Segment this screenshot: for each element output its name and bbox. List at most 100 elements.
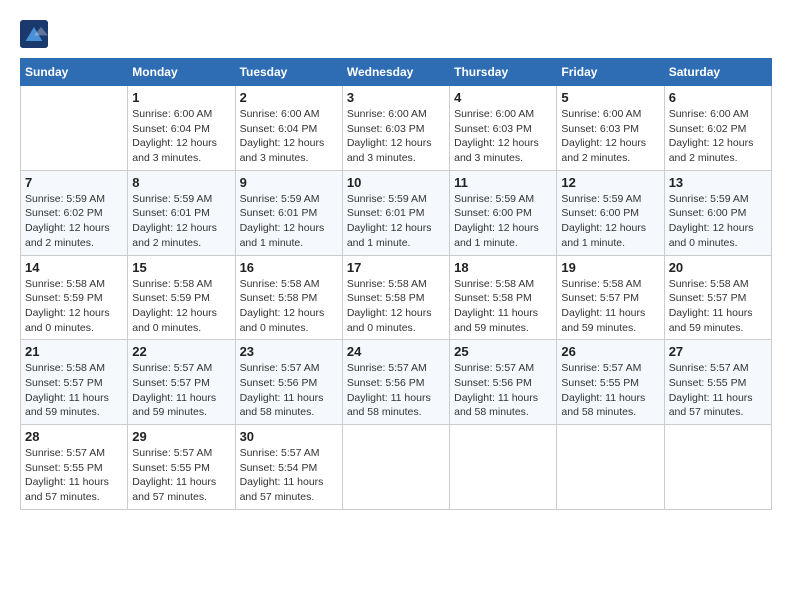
calendar-day-cell: 2 Sunrise: 6:00 AM Sunset: 6:04 PM Daylig…	[235, 86, 342, 171]
day-info: Sunrise: 5:57 AM Sunset: 5:56 PM Dayligh…	[347, 361, 445, 420]
calendar-header-cell: Saturday	[664, 59, 771, 86]
day-number: 12	[561, 175, 659, 190]
day-number: 9	[240, 175, 338, 190]
logo-icon	[20, 20, 48, 48]
day-info: Sunrise: 5:57 AM Sunset: 5:57 PM Dayligh…	[132, 361, 230, 420]
day-number: 5	[561, 90, 659, 105]
calendar-day-cell: 6Sunrise: 6:00 AM Sunset: 6:02 PM Daylig…	[664, 86, 771, 171]
day-number: 2	[240, 90, 338, 105]
day-info: Sunrise: 6:00 AM Sunset: 6:03 PM Dayligh…	[454, 107, 552, 166]
day-info: Sunrise: 5:58 AM Sunset: 5:57 PM Dayligh…	[669, 277, 767, 336]
day-number: 14	[25, 260, 123, 275]
calendar-day-cell: 12 Sunrise: 5:59 AM Sunset: 6:00 PM Dayli…	[557, 170, 664, 255]
calendar-day-cell: 14 Sunrise: 5:58 AM Sunset: 5:59 PM Dayli…	[21, 255, 128, 340]
calendar-header-cell: Monday	[128, 59, 235, 86]
day-number: 16	[240, 260, 338, 275]
calendar-day-cell	[21, 86, 128, 171]
calendar-week-row: 7 Sunrise: 5:59 AM Sunset: 6:02 PM Daylig…	[21, 170, 772, 255]
calendar-day-cell: 17Sunrise: 5:58 AM Sunset: 5:58 PM Dayli…	[342, 255, 449, 340]
calendar-day-cell: 4 Sunrise: 6:00 AM Sunset: 6:03 PM Daylig…	[450, 86, 557, 171]
calendar-day-cell: 28 Sunrise: 5:57 AM Sunset: 5:55 PM Dayli…	[21, 425, 128, 510]
calendar-day-cell	[450, 425, 557, 510]
day-info: Sunrise: 5:58 AM Sunset: 5:58 PM Dayligh…	[347, 277, 445, 336]
calendar-day-cell: 3Sunrise: 6:00 AM Sunset: 6:03 PM Daylig…	[342, 86, 449, 171]
day-info: Sunrise: 5:57 AM Sunset: 5:56 PM Dayligh…	[454, 361, 552, 420]
calendar-day-cell: 24 Sunrise: 5:57 AM Sunset: 5:56 PM Dayli…	[342, 340, 449, 425]
calendar-day-cell	[664, 425, 771, 510]
calendar-day-cell: 30 Sunrise: 5:57 AM Sunset: 5:54 PM Dayli…	[235, 425, 342, 510]
day-number: 28	[25, 429, 123, 444]
day-number: 27	[669, 344, 767, 359]
day-number: 23	[240, 344, 338, 359]
calendar-header-cell: Tuesday	[235, 59, 342, 86]
day-info: Sunrise: 6:00 AM Sunset: 6:04 PM Dayligh…	[240, 107, 338, 166]
day-number: 29	[132, 429, 230, 444]
day-number: 4	[454, 90, 552, 105]
day-number: 19	[561, 260, 659, 275]
calendar-day-cell: 29 Sunrise: 5:57 AM Sunset: 5:55 PM Dayli…	[128, 425, 235, 510]
day-info: Sunrise: 5:58 AM Sunset: 5:58 PM Dayligh…	[454, 277, 552, 336]
day-info: Sunrise: 5:59 AM Sunset: 6:02 PM Dayligh…	[25, 192, 123, 251]
calendar-body: 1Sunrise: 6:00 AM Sunset: 6:04 PM Daylig…	[21, 86, 772, 510]
page-header	[20, 20, 772, 48]
calendar-header-cell: Thursday	[450, 59, 557, 86]
calendar-day-cell: 11 Sunrise: 5:59 AM Sunset: 6:00 PM Dayli…	[450, 170, 557, 255]
calendar-week-row: 14 Sunrise: 5:58 AM Sunset: 5:59 PM Dayli…	[21, 255, 772, 340]
calendar-day-cell: 23 Sunrise: 5:57 AM Sunset: 5:56 PM Dayli…	[235, 340, 342, 425]
day-number: 7	[25, 175, 123, 190]
calendar-header-row: SundayMondayTuesdayWednesdayThursdayFrid…	[21, 59, 772, 86]
day-number: 20	[669, 260, 767, 275]
day-info: Sunrise: 5:59 AM Sunset: 6:01 PM Dayligh…	[347, 192, 445, 251]
day-info: Sunrise: 5:59 AM Sunset: 6:01 PM Dayligh…	[240, 192, 338, 251]
calendar-day-cell: 15Sunrise: 5:58 AM Sunset: 5:59 PM Dayli…	[128, 255, 235, 340]
calendar-day-cell: 5 Sunrise: 6:00 AM Sunset: 6:03 PM Daylig…	[557, 86, 664, 171]
day-number: 18	[454, 260, 552, 275]
day-number: 30	[240, 429, 338, 444]
day-info: Sunrise: 6:00 AM Sunset: 6:03 PM Dayligh…	[561, 107, 659, 166]
calendar-day-cell	[342, 425, 449, 510]
day-info: Sunrise: 5:57 AM Sunset: 5:56 PM Dayligh…	[240, 361, 338, 420]
day-number: 15	[132, 260, 230, 275]
calendar-day-cell: 9 Sunrise: 5:59 AM Sunset: 6:01 PM Daylig…	[235, 170, 342, 255]
calendar-day-cell	[557, 425, 664, 510]
day-number: 8	[132, 175, 230, 190]
calendar-day-cell: 10 Sunrise: 5:59 AM Sunset: 6:01 PM Dayli…	[342, 170, 449, 255]
calendar-day-cell: 25 Sunrise: 5:57 AM Sunset: 5:56 PM Dayli…	[450, 340, 557, 425]
day-info: Sunrise: 5:59 AM Sunset: 6:01 PM Dayligh…	[132, 192, 230, 251]
day-info: Sunrise: 6:00 AM Sunset: 6:04 PM Dayligh…	[132, 107, 230, 166]
calendar-header-cell: Friday	[557, 59, 664, 86]
calendar-day-cell: 20 Sunrise: 5:58 AM Sunset: 5:57 PM Dayli…	[664, 255, 771, 340]
day-info: Sunrise: 5:57 AM Sunset: 5:54 PM Dayligh…	[240, 446, 338, 505]
day-number: 26	[561, 344, 659, 359]
calendar-day-cell: 27 Sunrise: 5:57 AM Sunset: 5:55 PM Dayli…	[664, 340, 771, 425]
calendar-day-cell: 8 Sunrise: 5:59 AM Sunset: 6:01 PM Daylig…	[128, 170, 235, 255]
day-info: Sunrise: 5:58 AM Sunset: 5:57 PM Dayligh…	[25, 361, 123, 420]
calendar-day-cell: 7 Sunrise: 5:59 AM Sunset: 6:02 PM Daylig…	[21, 170, 128, 255]
day-number: 24	[347, 344, 445, 359]
day-info: Sunrise: 5:58 AM Sunset: 5:58 PM Dayligh…	[240, 277, 338, 336]
day-number: 11	[454, 175, 552, 190]
day-number: 21	[25, 344, 123, 359]
calendar-day-cell: 26 Sunrise: 5:57 AM Sunset: 5:55 PM Dayli…	[557, 340, 664, 425]
calendar-day-cell: 1Sunrise: 6:00 AM Sunset: 6:04 PM Daylig…	[128, 86, 235, 171]
calendar-week-row: 1Sunrise: 6:00 AM Sunset: 6:04 PM Daylig…	[21, 86, 772, 171]
day-info: Sunrise: 5:57 AM Sunset: 5:55 PM Dayligh…	[669, 361, 767, 420]
day-info: Sunrise: 5:57 AM Sunset: 5:55 PM Dayligh…	[561, 361, 659, 420]
day-info: Sunrise: 5:59 AM Sunset: 6:00 PM Dayligh…	[561, 192, 659, 251]
calendar-day-cell: 19Sunrise: 5:58 AM Sunset: 5:57 PM Dayli…	[557, 255, 664, 340]
day-info: Sunrise: 5:59 AM Sunset: 6:00 PM Dayligh…	[669, 192, 767, 251]
calendar-week-row: 21 Sunrise: 5:58 AM Sunset: 5:57 PM Dayli…	[21, 340, 772, 425]
day-info: Sunrise: 6:00 AM Sunset: 6:02 PM Dayligh…	[669, 107, 767, 166]
day-number: 25	[454, 344, 552, 359]
calendar-header-cell: Sunday	[21, 59, 128, 86]
day-info: Sunrise: 5:57 AM Sunset: 5:55 PM Dayligh…	[132, 446, 230, 505]
day-info: Sunrise: 5:58 AM Sunset: 5:59 PM Dayligh…	[25, 277, 123, 336]
calendar-table: SundayMondayTuesdayWednesdayThursdayFrid…	[20, 58, 772, 510]
day-info: Sunrise: 5:59 AM Sunset: 6:00 PM Dayligh…	[454, 192, 552, 251]
day-info: Sunrise: 5:57 AM Sunset: 5:55 PM Dayligh…	[25, 446, 123, 505]
calendar-day-cell: 13 Sunrise: 5:59 AM Sunset: 6:00 PM Dayli…	[664, 170, 771, 255]
calendar-week-row: 28 Sunrise: 5:57 AM Sunset: 5:55 PM Dayli…	[21, 425, 772, 510]
day-number: 10	[347, 175, 445, 190]
calendar-day-cell: 22Sunrise: 5:57 AM Sunset: 5:57 PM Dayli…	[128, 340, 235, 425]
day-number: 13	[669, 175, 767, 190]
